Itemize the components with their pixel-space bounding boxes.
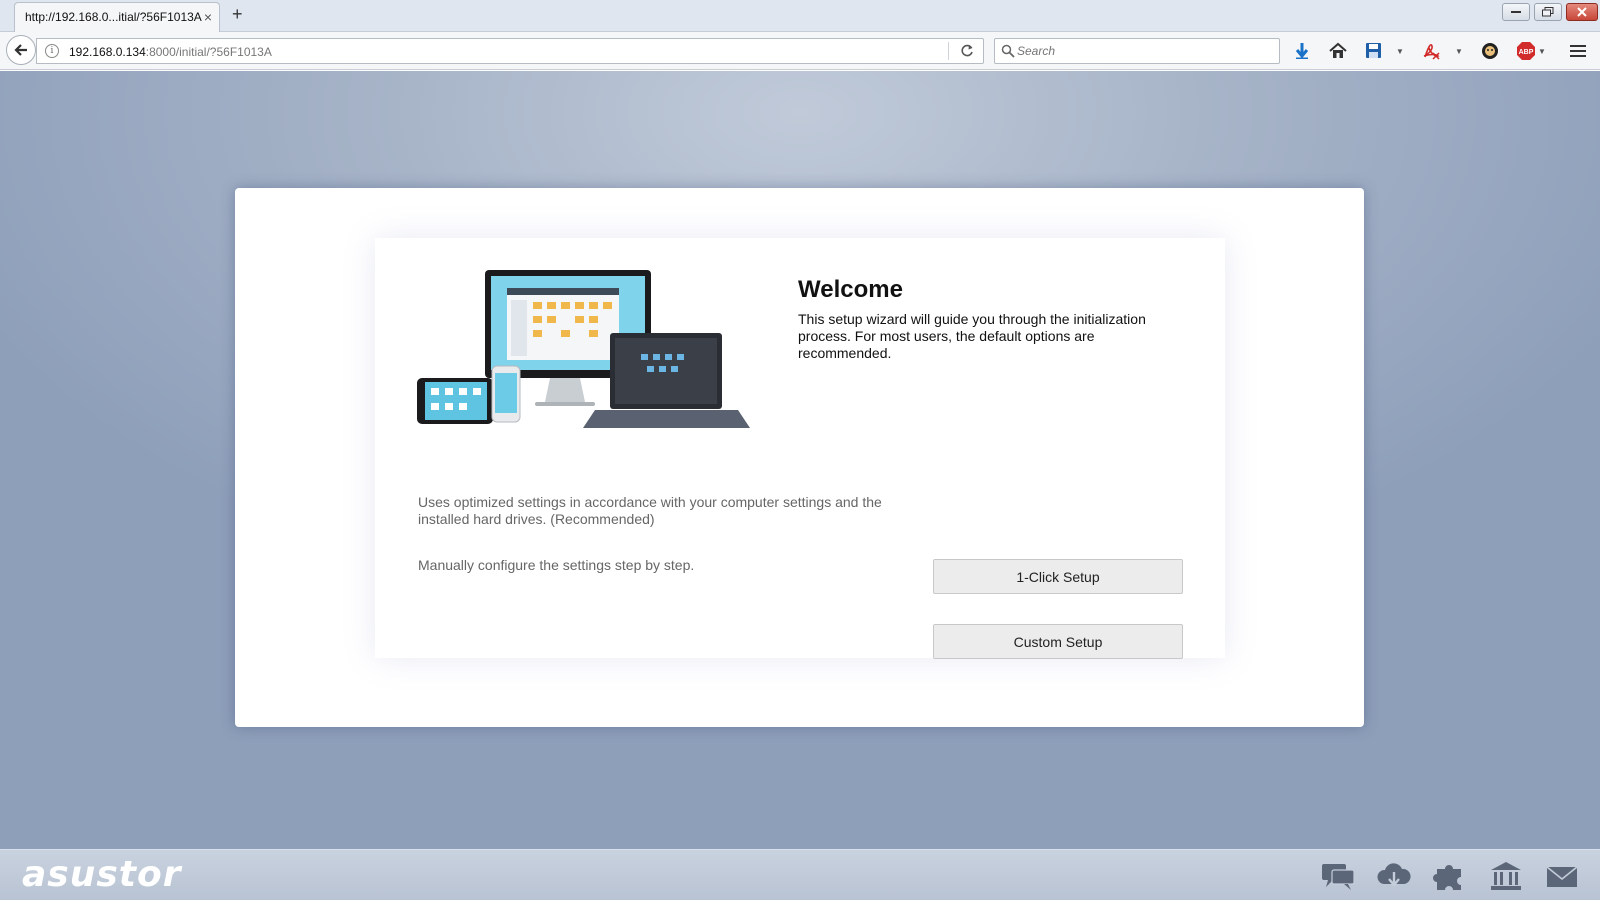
floppy-disk-icon bbox=[1366, 43, 1381, 58]
minimize-button[interactable] bbox=[1502, 3, 1530, 21]
close-window-button[interactable] bbox=[1566, 3, 1598, 21]
close-icon bbox=[1577, 7, 1587, 17]
svg-text:ABP: ABP bbox=[1519, 49, 1534, 56]
reload-icon[interactable] bbox=[959, 43, 975, 59]
bank-icon[interactable] bbox=[1488, 860, 1524, 892]
minimize-icon bbox=[1511, 11, 1521, 13]
welcome-title: Welcome bbox=[798, 276, 903, 303]
url-path: :8000/initial/?56F1013A bbox=[145, 45, 272, 59]
save-button[interactable] bbox=[1361, 38, 1387, 64]
home-button[interactable] bbox=[1325, 38, 1351, 64]
restore-button[interactable] bbox=[1534, 3, 1562, 21]
tab-close-icon[interactable]: × bbox=[204, 9, 212, 25]
downloads-button[interactable] bbox=[1289, 38, 1315, 64]
bottom-bar: asustor bbox=[0, 849, 1600, 900]
search-bar[interactable] bbox=[994, 38, 1280, 64]
puzzle-icon[interactable] bbox=[1432, 860, 1468, 892]
one-click-setup-button[interactable]: 1-Click Setup bbox=[933, 559, 1183, 594]
back-arrow-icon bbox=[14, 44, 27, 56]
asustor-logo: asustor bbox=[22, 854, 182, 895]
mail-icon[interactable] bbox=[1544, 860, 1580, 892]
new-tab-button[interactable]: + bbox=[232, 4, 243, 25]
menu-button[interactable] bbox=[1565, 38, 1591, 64]
adblock-plus-icon: ABP bbox=[1517, 42, 1535, 60]
url-host: 192.168.0.134 bbox=[69, 45, 146, 59]
custom-setup-description: Manually configure the settings step by … bbox=[418, 557, 695, 573]
search-input[interactable] bbox=[1017, 42, 1273, 60]
url-text: 192.168.0.134:8000/initial/?56F1013A bbox=[69, 45, 272, 59]
welcome-description: This setup wizard will guide you through… bbox=[798, 311, 1146, 361]
adblock-dropdown-icon[interactable]: ▼ bbox=[1538, 47, 1546, 56]
site-info-icon[interactable]: i bbox=[45, 44, 59, 58]
restore-icon bbox=[1542, 7, 1554, 17]
one-click-setup-description: Uses optimized settings in accordance wi… bbox=[418, 494, 882, 527]
acrobat-icon bbox=[1423, 43, 1440, 60]
home-icon bbox=[1329, 42, 1347, 58]
setup-wizard-panel: Welcome This setup wizard will guide you… bbox=[235, 188, 1364, 727]
url-divider bbox=[948, 42, 949, 60]
back-button[interactable] bbox=[6, 35, 36, 65]
extension-face-icon bbox=[1482, 43, 1498, 59]
pdf-dropdown-icon[interactable]: ▼ bbox=[1455, 47, 1463, 56]
browser-tab[interactable]: http://192.168.0...itial/?56F1013A × bbox=[14, 2, 220, 33]
browser-title-bar: http://192.168.0...itial/?56F1013A × + bbox=[0, 0, 1600, 33]
custom-setup-button[interactable]: Custom Setup bbox=[933, 624, 1183, 659]
pdf-tools-button[interactable] bbox=[1418, 38, 1444, 64]
cloud-download-icon[interactable] bbox=[1376, 860, 1412, 892]
chat-icon[interactable] bbox=[1320, 860, 1356, 892]
page-background: Welcome This setup wizard will guide you… bbox=[0, 71, 1600, 900]
adblock-plus-button[interactable]: ABP bbox=[1513, 38, 1539, 64]
tab-title: http://192.168.0...itial/?56F1013A bbox=[25, 10, 202, 24]
hamburger-menu-icon bbox=[1570, 45, 1586, 57]
save-dropdown-icon[interactable]: ▼ bbox=[1396, 47, 1404, 56]
navigation-toolbar: i 192.168.0.134:8000/initial/?56F1013A ▼… bbox=[0, 32, 1600, 70]
url-bar[interactable]: i 192.168.0.134:8000/initial/?56F1013A bbox=[36, 38, 984, 64]
extension-button[interactable] bbox=[1477, 38, 1503, 64]
download-arrow-icon bbox=[1295, 43, 1309, 59]
devices-illustration bbox=[417, 270, 750, 428]
search-icon bbox=[1001, 44, 1015, 58]
